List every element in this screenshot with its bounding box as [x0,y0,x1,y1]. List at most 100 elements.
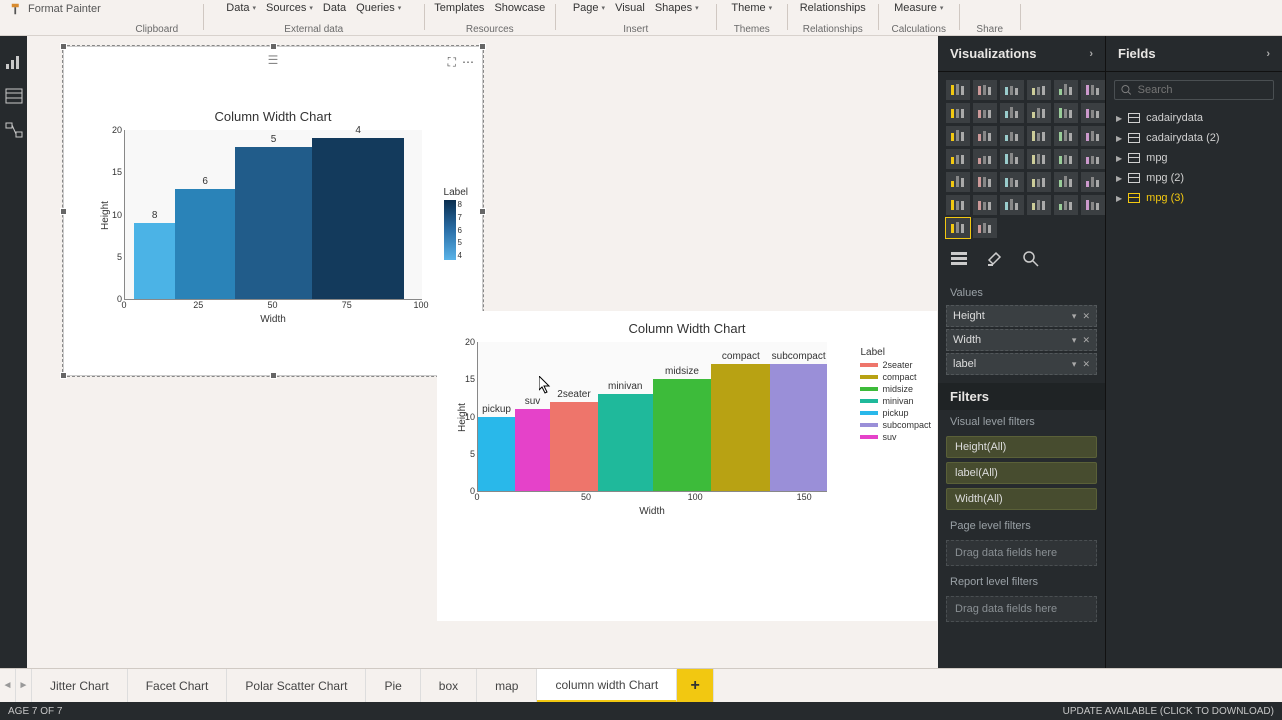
page-tab[interactable]: column width Chart [537,669,677,702]
filter-item[interactable]: Width(All) [946,488,1097,510]
collapse-panel-icon[interactable]: › [1266,48,1270,60]
tabs-prev-button[interactable]: ◄ [0,669,16,702]
viz-type-30[interactable] [946,195,970,215]
viz-type-27[interactable] [1027,172,1051,192]
value-well-height[interactable]: Height▾✕ [946,305,1097,327]
viz-type-37[interactable] [973,218,997,238]
update-available-link[interactable]: UPDATE AVAILABLE (CLICK TO DOWNLOAD) [1063,706,1274,717]
viz-type-18[interactable] [946,149,970,169]
viz-type-26[interactable] [1000,172,1024,192]
legend-item[interactable]: suv [860,432,931,442]
page-tab[interactable]: Facet Chart [128,669,228,702]
page-tab[interactable]: Jitter Chart [32,669,128,702]
bar[interactable] [134,223,176,299]
filter-item[interactable]: Height(All) [946,436,1097,458]
chart-visual-1[interactable]: ☰ ⛶ ⋯ Column Width Chart Height 05101520… [63,46,483,376]
viz-type-22[interactable] [1054,149,1078,169]
focus-mode-icon[interactable]: ⛶ [448,55,456,70]
viz-type-14[interactable] [1000,126,1024,146]
viz-type-34[interactable] [1054,195,1078,215]
legend-item[interactable]: subcompact [860,420,931,430]
tabs-next-button[interactable]: ► [16,669,32,702]
bar[interactable] [653,379,712,491]
field-table-mpg[interactable]: ▶mpg [1106,148,1282,168]
viz-type-25[interactable] [973,172,997,192]
filter-item[interactable]: label(All) [946,462,1097,484]
more-options-icon[interactable]: ⋯ [462,55,474,70]
legend-item[interactable]: minivan [860,396,931,406]
viz-type-20[interactable] [1000,149,1024,169]
field-table-cadairydata--2-[interactable]: ▶cadairydata (2) [1106,128,1282,148]
viz-type-24[interactable] [946,172,970,192]
model-view-icon[interactable] [5,122,23,138]
value-well-label[interactable]: label▾✕ [946,353,1097,375]
bar[interactable] [550,402,598,491]
data-menu[interactable]: Data [226,2,256,14]
viz-type-7[interactable] [973,103,997,123]
bar[interactable] [478,417,515,492]
viz-type-1[interactable] [973,80,997,100]
legend-item[interactable]: pickup [860,408,931,418]
page-tab[interactable]: Polar Scatter Chart [227,669,366,702]
showcase-button[interactable]: Showcase [494,2,545,14]
viz-type-36[interactable] [946,218,970,238]
viz-type-32[interactable] [1000,195,1024,215]
report-canvas[interactable]: ☰ ⛶ ⋯ Column Width Chart Height 05101520… [27,36,938,668]
queries-menu[interactable]: Queries [356,2,401,14]
viz-type-0[interactable] [946,80,970,100]
viz-type-5[interactable] [1081,80,1105,100]
viz-type-19[interactable] [973,149,997,169]
viz-type-35[interactable] [1081,195,1105,215]
bar[interactable] [235,147,312,299]
search-input[interactable] [1138,84,1267,96]
viz-type-13[interactable] [973,126,997,146]
bar[interactable] [312,138,404,299]
filter-icon[interactable]: ☰ [268,53,279,67]
fields-tab-icon[interactable] [950,250,968,273]
analytics-tab-icon[interactable] [1022,250,1040,273]
fields-search[interactable] [1114,80,1274,100]
bar[interactable] [175,189,234,299]
report-filter-dropzone[interactable]: Drag data fields here [946,596,1097,622]
viz-type-3[interactable] [1027,80,1051,100]
viz-type-16[interactable] [1054,126,1078,146]
page-tab[interactable]: Pie [366,669,420,702]
viz-type-28[interactable] [1054,172,1078,192]
theme-menu[interactable]: Theme [731,2,772,14]
bar[interactable] [711,364,770,491]
visual-button[interactable]: Visual [615,2,645,14]
page-tab[interactable]: box [421,669,477,702]
field-table-cadairydata[interactable]: ▶cadairydata [1106,108,1282,128]
viz-type-9[interactable] [1027,103,1051,123]
viz-type-33[interactable] [1027,195,1051,215]
templates-button[interactable]: Templates [434,2,484,14]
format-tab-icon[interactable] [986,250,1004,273]
page-menu[interactable]: Page [573,2,605,14]
legend-item[interactable]: 2seater [860,360,931,370]
collapse-panel-icon[interactable]: › [1089,48,1093,60]
viz-type-12[interactable] [946,126,970,146]
viz-type-31[interactable] [973,195,997,215]
page-tab[interactable]: map [477,669,537,702]
report-view-icon[interactable] [5,54,23,70]
page-filter-dropzone[interactable]: Drag data fields here [946,540,1097,566]
viz-type-21[interactable] [1027,149,1051,169]
legend-item[interactable]: compact [860,372,931,382]
chart-visual-2[interactable]: Column Width Chart Height 05101520pickup… [437,311,937,621]
viz-type-23[interactable] [1081,149,1105,169]
legend-item[interactable]: midsize [860,384,931,394]
data-button[interactable]: Data [323,2,346,14]
viz-type-8[interactable] [1000,103,1024,123]
format-painter-button[interactable]: Format Painter [0,2,111,16]
field-table-mpg--3-[interactable]: ▶mpg (3) [1106,188,1282,208]
data-view-icon[interactable] [5,88,23,104]
viz-type-15[interactable] [1027,126,1051,146]
relationships-button[interactable]: Relationships [800,2,866,14]
field-table-mpg--2-[interactable]: ▶mpg (2) [1106,168,1282,188]
bar[interactable] [770,364,827,491]
sources-menu[interactable]: Sources [266,2,313,14]
viz-type-2[interactable] [1000,80,1024,100]
viz-type-11[interactable] [1081,103,1105,123]
add-page-button[interactable]: + [677,669,714,702]
viz-type-29[interactable] [1081,172,1105,192]
